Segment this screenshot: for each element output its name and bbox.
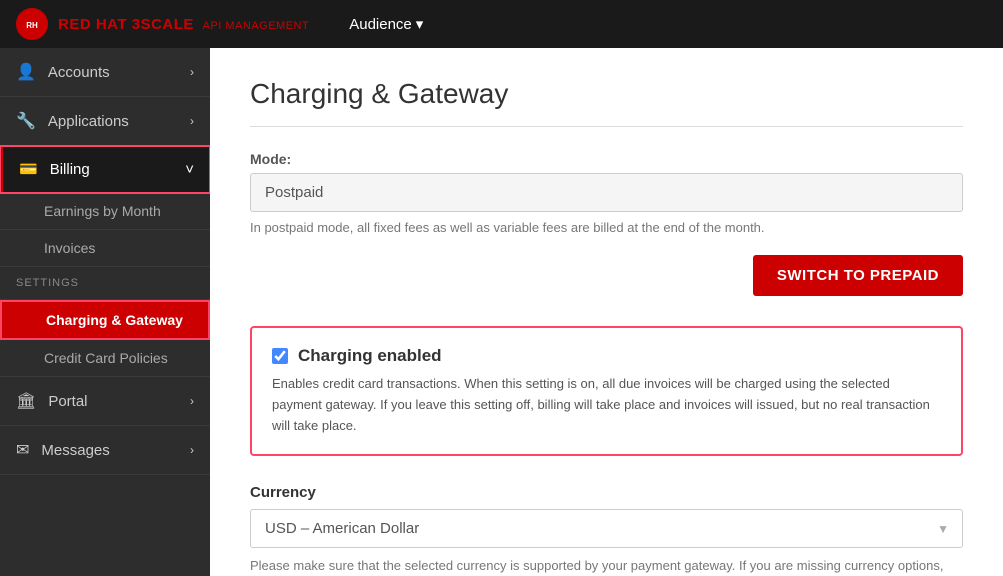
- sidebar-item-accounts[interactable]: 👤 Accounts ›: [0, 48, 210, 97]
- logo-icon: RH: [16, 8, 48, 40]
- currency-note: Please make sure that the selected curre…: [250, 556, 963, 576]
- switch-btn-row: Switch to PREPAID: [250, 255, 963, 296]
- portal-icon: 🏛: [16, 391, 36, 411]
- messages-icon: ✉: [16, 440, 29, 460]
- brand-name: RED HAT 3SCALE API MANAGEMENT: [58, 16, 309, 33]
- chevron-down-billing-icon: ˅: [185, 161, 194, 178]
- sidebar-item-accounts-label: Accounts: [48, 64, 110, 81]
- billing-icon: 💳: [19, 160, 38, 178]
- page-title: Charging & Gateway: [250, 78, 963, 110]
- mode-description: In postpaid mode, all fixed fees as well…: [250, 220, 963, 235]
- sidebar-item-portal-label: Portal: [48, 393, 87, 410]
- sidebar-item-applications-label: Applications: [48, 113, 129, 130]
- switch-to-prepaid-button[interactable]: Switch to PREPAID: [753, 255, 963, 296]
- accounts-icon: 👤: [16, 62, 36, 82]
- sidebar-item-messages-label: Messages: [41, 442, 109, 459]
- mode-label: Mode:: [250, 151, 963, 167]
- divider: [250, 126, 963, 127]
- currency-select[interactable]: USD – American Dollar EUR – Euro GBP – B…: [250, 509, 963, 548]
- currency-section: Currency USD – American Dollar EUR – Eur…: [250, 484, 963, 576]
- mode-section: Mode: In postpaid mode, all fixed fees a…: [250, 151, 963, 296]
- sidebar-item-billing-label: Billing: [50, 161, 90, 178]
- chevron-down-icon: ▾: [416, 15, 424, 33]
- sidebar-item-billing[interactable]: 💳 Billing ˅: [0, 146, 210, 193]
- charging-enabled-box: Charging enabled Enables credit card tra…: [250, 326, 963, 456]
- chevron-right-icon: ›: [190, 65, 194, 79]
- mode-row: [250, 173, 963, 212]
- chevron-right-messages-icon: ›: [190, 443, 194, 457]
- charging-label: Charging enabled: [298, 346, 442, 366]
- audience-menu[interactable]: Audience ▾: [349, 15, 423, 33]
- sidebar-item-applications[interactable]: 🔧 Applications ›: [0, 97, 210, 146]
- currency-select-wrapper: USD – American Dollar EUR – Euro GBP – B…: [250, 509, 963, 548]
- layout: 👤 Accounts › 🔧 Applications › 💳 Billing …: [0, 48, 1003, 576]
- charging-header: Charging enabled: [272, 346, 941, 366]
- billing-section: 💳 Billing ˅ Earnings by Month Invoices S…: [0, 146, 210, 377]
- sidebar-sub-invoices[interactable]: Invoices: [0, 230, 210, 267]
- sidebar-sub-charging-gateway[interactable]: Charging & Gateway: [0, 300, 210, 340]
- main-content: Charging & Gateway Mode: In postpaid mod…: [210, 48, 1003, 576]
- applications-icon: 🔧: [16, 111, 36, 131]
- settings-label: Settings: [0, 267, 210, 300]
- sidebar-sub-credit-card-policies[interactable]: Credit Card Policies: [0, 340, 210, 377]
- sidebar: 👤 Accounts › 🔧 Applications › 💳 Billing …: [0, 48, 210, 576]
- svg-text:RH: RH: [26, 21, 38, 30]
- charging-description: Enables credit card transactions. When t…: [272, 374, 941, 436]
- sidebar-item-portal[interactable]: 🏛 Portal ›: [0, 377, 210, 426]
- mode-input[interactable]: [250, 173, 963, 212]
- charging-enabled-checkbox[interactable]: [272, 348, 288, 364]
- chevron-right-portal-icon: ›: [190, 394, 194, 408]
- currency-label: Currency: [250, 484, 963, 501]
- sidebar-item-messages[interactable]: ✉ Messages ›: [0, 426, 210, 475]
- chevron-right-icon-2: ›: [190, 114, 194, 128]
- sidebar-sub-earnings[interactable]: Earnings by Month: [0, 193, 210, 230]
- logo: RH RED HAT 3SCALE API MANAGEMENT: [16, 8, 309, 40]
- top-nav: RH RED HAT 3SCALE API MANAGEMENT Audienc…: [0, 0, 1003, 48]
